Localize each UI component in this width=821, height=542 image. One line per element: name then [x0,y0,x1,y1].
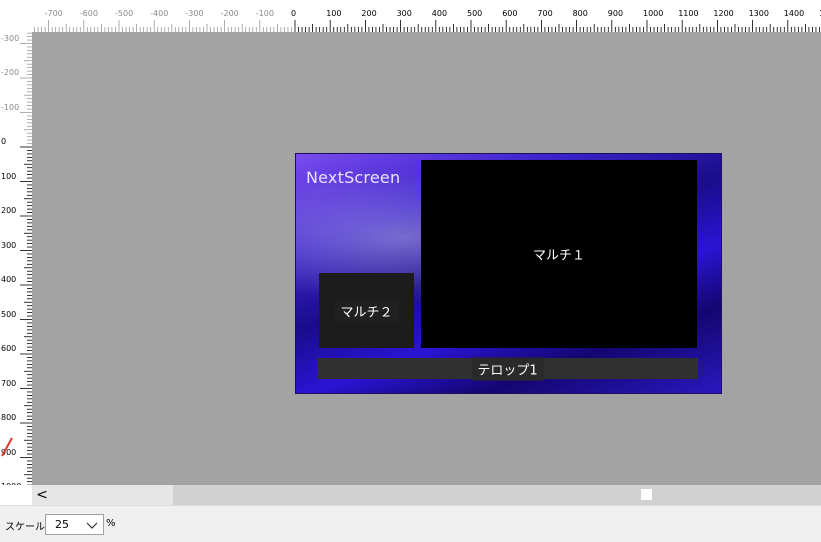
ruler-h-label: 900 [607,9,624,18]
vertical-ruler-bottom [0,485,32,505]
scale-select[interactable]: 25 [45,514,104,535]
ruler-v-label: 0 [1,137,7,146]
ruler-h-label: 400 [431,9,448,18]
frame-telop1-label: テロップ1 [471,357,544,381]
layout-canvas[interactable]: NextScreen マルチ１ マルチ２ テロップ1 [32,32,821,485]
horizontal-scrollbar[interactable]: < [32,485,821,505]
ruler-v-label: 800 [1,413,17,422]
vertical-ruler: -300 -200 -100 0 100 200 300 400 500 600 700 800 900… [0,32,32,505]
ruler-v-label: 700 [1,378,17,388]
chevron-down-icon [86,522,98,529]
frame-multi2-label: マルチ２ [334,299,399,322]
ruler-h-label: 200 [361,9,377,18]
ruler-h-label: -400 [150,9,169,18]
ruler-h-label: -100 [255,9,274,18]
ruler-v-label: 200 [1,206,17,215]
scrollbar-thumb[interactable] [641,489,652,500]
resize-marker-icon [1,437,13,457]
ruler-h-label: 500 [467,9,483,18]
scroll-left-arrow-icon[interactable]: < [32,485,52,505]
ruler-h-label: 1100 [678,9,699,18]
frame-multi2[interactable]: マルチ２ [319,273,414,348]
ruler-h-label: 600 [502,9,518,18]
ruler-h-label: 800 [572,9,588,18]
ruler-v-label: 300 [1,240,17,250]
ruler-v-label: 400 [1,275,17,284]
screen-logo: NextScreen [306,168,401,187]
ruler-v-label: -300 [1,33,20,43]
ruler-v-label: 100 [1,171,17,181]
ruler-v-label: 500 [1,309,17,319]
ruler-corner [0,0,32,32]
ruler-h-label: -300 [185,9,204,18]
frame-multi1-label: マルチ１ [532,248,586,264]
ruler-h-label: -500 [115,9,134,18]
ruler-h-label: 700 [537,9,553,18]
ruler-h-label: 1200 [713,9,734,18]
ruler-h-label: -600 [79,9,98,18]
scale-label: スケール [5,522,45,533]
ruler-h-label: -700 [44,9,63,18]
ruler-h-label: -200 [220,9,239,18]
ruler-h-label: 300 [396,9,412,18]
frame-telop1[interactable]: テロップ1 [317,357,698,381]
frame-multi1[interactable]: マルチ１ [421,160,697,348]
horizontal-ruler: -800-700-600-500-400-300-200-10001002003… [32,0,821,32]
ruler-v-label: -100 [1,102,20,112]
ruler-v-label: 600 [1,344,17,353]
status-bar: スケール 25 % [0,505,821,542]
ruler-h-label: 1400 [783,9,805,18]
ruler-h-label: 100 [326,9,342,18]
scale-unit: % [106,518,116,529]
scrollbar-track[interactable] [173,485,821,505]
ruler-h-label: 1000 [643,9,664,18]
screen-preview[interactable]: NextScreen マルチ１ マルチ２ テロップ1 [295,153,722,394]
ruler-v-label: -200 [1,68,20,77]
scrollbar-left-region[interactable] [52,485,173,505]
ruler-h-label: 0 [291,9,297,18]
ruler-h-label: 1300 [748,9,769,18]
scale-value: 25 [55,518,69,531]
